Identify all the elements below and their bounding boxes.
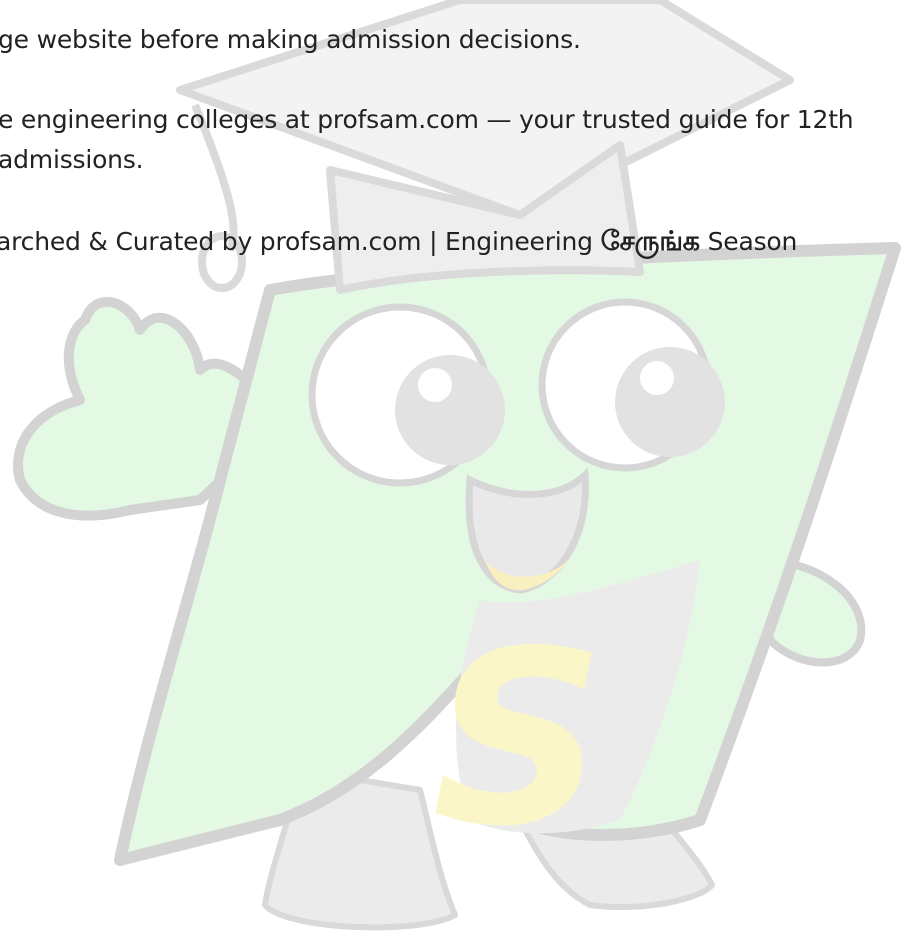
text-line-3: admissions. xyxy=(0,145,144,174)
document-text: ge website before making admission decis… xyxy=(0,0,912,300)
mascot-s-logo: S xyxy=(432,599,605,879)
text-line-2: e engineering colleges at profsam.com — … xyxy=(0,105,854,134)
attribution-line: arched & Curated by profsam.com | Engine… xyxy=(0,227,797,257)
attribution-tamil-word: சேருங்க xyxy=(600,226,700,257)
attribution-suffix: Season xyxy=(699,227,798,256)
text-line-1: ge website before making admission decis… xyxy=(0,25,581,54)
attribution-prefix: arched & Curated by profsam.com | Engine… xyxy=(0,227,601,256)
